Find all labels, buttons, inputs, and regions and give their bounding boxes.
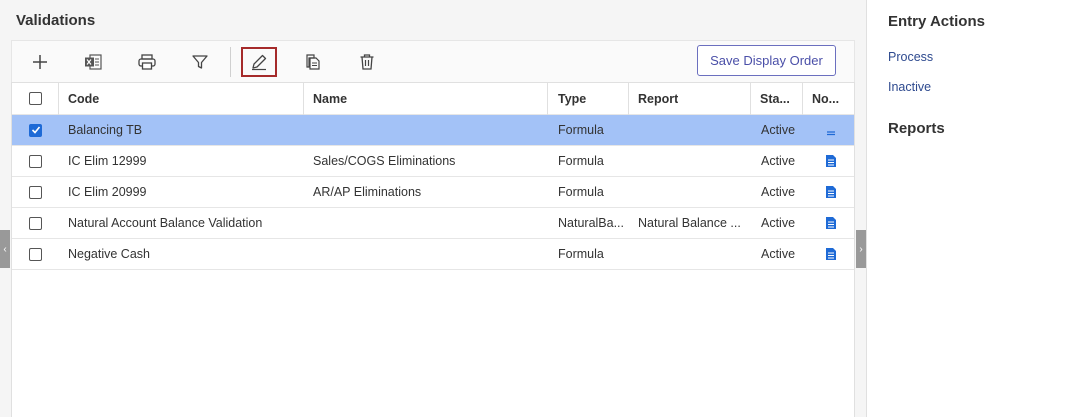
print-icon <box>138 54 156 70</box>
row-checkbox[interactable] <box>29 146 42 176</box>
validations-grid: Code Name Type Report Sta... No... Balan… <box>11 82 855 417</box>
table-row[interactable]: IC Elim 12999 Sales/COGS Eliminations Fo… <box>12 146 854 177</box>
chevron-right-icon: › <box>859 243 863 255</box>
cell-status: Active <box>761 216 796 230</box>
filter-button[interactable] <box>186 48 214 76</box>
edit-button[interactable] <box>241 47 277 77</box>
column-header-status[interactable]: Sta... <box>760 83 790 114</box>
grid-header-row: Code Name Type Report Sta... No... <box>12 83 854 115</box>
cell-code: Natural Account Balance Validation <box>68 216 263 230</box>
edit-pencil-icon <box>252 54 267 71</box>
column-header-name[interactable]: Name <box>313 83 347 114</box>
add-button[interactable] <box>26 48 54 76</box>
inactive-action-link[interactable]: Inactive <box>888 80 931 94</box>
document-icon[interactable] <box>825 239 837 269</box>
cell-status: Active <box>761 247 796 261</box>
row-checkbox[interactable] <box>29 239 42 269</box>
cell-type: NaturalBa... <box>558 216 625 230</box>
notes-icon[interactable] <box>825 115 837 145</box>
document-icon[interactable] <box>825 208 837 238</box>
cell-status: Active <box>761 185 796 199</box>
cell-type: Formula <box>558 247 604 261</box>
toolbar-divider <box>230 47 231 77</box>
cell-type: Formula <box>558 185 604 199</box>
grid-toolbar: Save Display Order <box>11 40 855 82</box>
entry-actions-panel: Entry Actions Process Inactive Reports <box>866 0 1080 417</box>
excel-export-icon <box>85 54 102 70</box>
export-excel-button[interactable] <box>79 48 107 76</box>
delete-icon <box>360 54 374 70</box>
delete-button[interactable] <box>353 48 381 76</box>
process-action-link[interactable]: Process <box>888 50 933 64</box>
cell-type: Formula <box>558 154 604 168</box>
document-icon[interactable] <box>825 177 837 207</box>
table-row[interactable]: Negative Cash Formula Active <box>12 239 854 270</box>
cell-report: Natural Balance ... <box>638 216 741 230</box>
cell-code: Negative Cash <box>68 247 150 261</box>
select-all-checkbox[interactable] <box>29 83 42 114</box>
column-header-report[interactable]: Report <box>638 83 678 114</box>
main-panel: Validations Save Display Order Code Name… <box>0 0 866 417</box>
copy-button[interactable] <box>299 48 327 76</box>
chevron-left-icon: ‹ <box>3 243 7 255</box>
row-checkbox[interactable] <box>29 177 42 207</box>
entry-actions-title: Entry Actions <box>888 13 985 30</box>
table-row[interactable]: IC Elim 20999 AR/AP Eliminations Formula… <box>12 177 854 208</box>
cell-code: IC Elim 20999 <box>68 185 147 199</box>
reports-title: Reports <box>888 120 945 137</box>
column-header-type[interactable]: Type <box>558 83 586 114</box>
filter-icon <box>192 55 208 69</box>
table-row[interactable]: Natural Account Balance Validation Natur… <box>12 208 854 239</box>
plus-icon <box>33 55 47 69</box>
cell-code: IC Elim 12999 <box>68 154 147 168</box>
column-header-notes[interactable]: No... <box>812 83 839 114</box>
cell-type: Formula <box>558 123 604 137</box>
print-button[interactable] <box>133 48 161 76</box>
cell-status: Active <box>761 154 796 168</box>
save-display-order-button[interactable]: Save Display Order <box>697 45 836 76</box>
cell-name: AR/AP Eliminations <box>313 185 422 199</box>
page-title: Validations <box>16 12 96 29</box>
cell-name: Sales/COGS Eliminations <box>313 154 456 168</box>
collapse-right-handle[interactable]: › <box>856 230 866 268</box>
column-header-code[interactable]: Code <box>68 83 99 114</box>
collapse-left-handle[interactable]: ‹ <box>0 230 10 268</box>
document-icon[interactable] <box>825 146 837 176</box>
row-checkbox[interactable] <box>29 208 42 238</box>
copy-icon <box>306 54 320 70</box>
row-checkbox[interactable] <box>29 115 42 145</box>
table-row[interactable]: Balancing TB Formula Active <box>12 115 854 146</box>
cell-status: Active <box>761 123 796 137</box>
cell-code: Balancing TB <box>68 123 143 137</box>
